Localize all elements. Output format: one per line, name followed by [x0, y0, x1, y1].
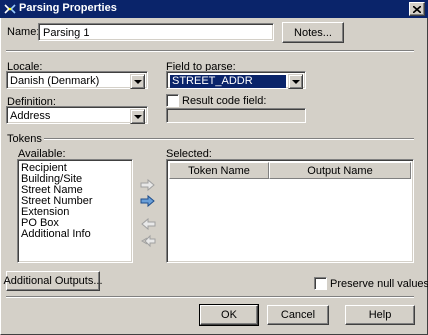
definition-value: Address [10, 110, 51, 122]
add-token-disabled-icon[interactable] [140, 178, 156, 192]
help-button[interactable]: Help [345, 305, 415, 325]
separator [44, 138, 414, 140]
parsing-app-icon [4, 4, 16, 14]
tokens-heading: Tokens [7, 133, 42, 145]
window-title: Parsing Properties [19, 2, 117, 14]
list-item[interactable]: Additional Info [21, 229, 91, 240]
field-to-parse-value: STREET_ADDR [170, 75, 286, 88]
cancel-button[interactable]: Cancel [267, 305, 329, 325]
field-to-parse-dropdown-button[interactable] [288, 74, 303, 89]
definition-dropdown-button[interactable] [130, 109, 145, 124]
remove-token-icon[interactable] [140, 217, 156, 231]
locale-value: Danish (Denmark) [10, 75, 100, 87]
chevron-down-icon [133, 114, 142, 119]
close-icon [413, 5, 421, 13]
title-bar[interactable]: Parsing Properties [0, 0, 428, 18]
name-input-value: Parsing 1 [43, 27, 90, 39]
ok-button[interactable]: OK [199, 304, 259, 326]
close-button[interactable] [409, 2, 425, 16]
result-code-label: Result code field: [182, 95, 267, 107]
field-to-parse-select[interactable]: STREET_ADDR [166, 71, 306, 89]
name-label: Name: [7, 26, 40, 38]
definition-select[interactable]: Address [6, 106, 148, 124]
separator [6, 50, 414, 52]
result-code-checkbox[interactable] [166, 94, 179, 107]
selected-tokens-table[interactable]: Token Name Output Name [166, 159, 414, 263]
locale-dropdown-button[interactable] [130, 74, 145, 89]
chevron-down-icon [291, 79, 300, 84]
column-header-token-name[interactable]: Token Name [169, 162, 269, 179]
available-tokens-list[interactable]: Recipient Building/Site Street Name Stre… [17, 159, 133, 263]
chevron-down-icon [133, 79, 142, 84]
remove-all-tokens-icon[interactable] [140, 234, 156, 248]
notes-button[interactable]: Notes... [282, 22, 344, 43]
locale-select[interactable]: Danish (Denmark) [6, 71, 148, 89]
result-code-input[interactable] [166, 108, 306, 123]
separator [6, 296, 414, 298]
name-input[interactable]: Parsing 1 [38, 23, 274, 41]
preserve-null-checkbox[interactable] [314, 277, 327, 290]
add-token-button-icon[interactable] [140, 194, 156, 208]
additional-outputs-button[interactable]: Additional Outputs... [3, 271, 103, 291]
column-header-output-name[interactable]: Output Name [269, 162, 411, 179]
preserve-null-label: Preserve null values [330, 278, 428, 290]
